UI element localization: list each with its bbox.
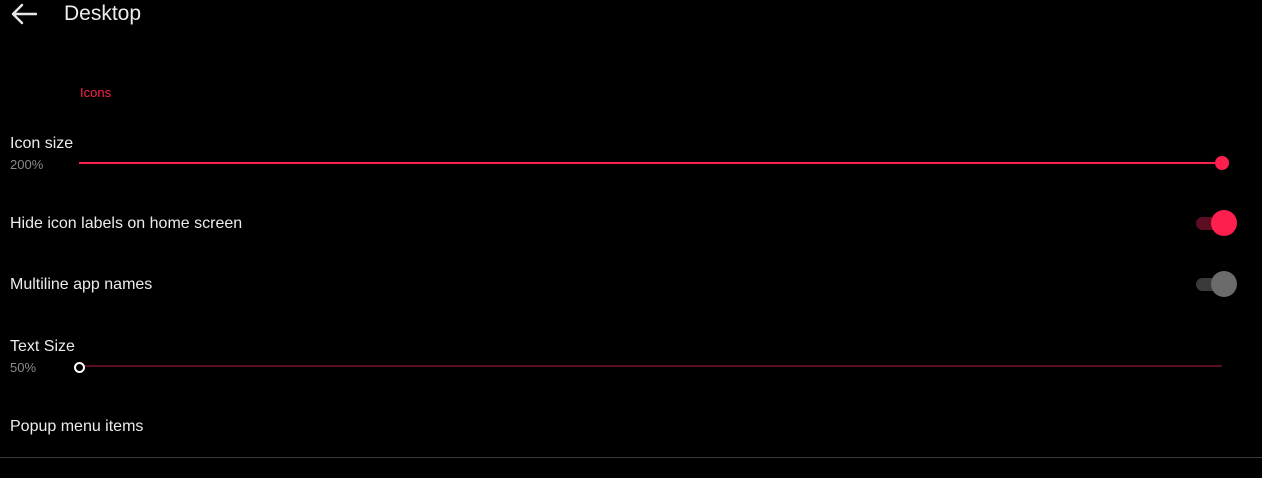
back-button[interactable] (8, 0, 40, 28)
icon-size-slider[interactable] (79, 156, 1229, 170)
section-header-icons: Icons (80, 85, 112, 100)
popup-menu-items-row[interactable] (0, 402, 1262, 454)
slider-track (79, 365, 1222, 367)
hide-labels-switch[interactable] (1193, 210, 1239, 236)
multiline-switch[interactable] (1193, 271, 1239, 297)
settings-screen: Desktop Icons Icon size 200% Hide icon l… (0, 0, 1262, 478)
arrow-left-icon (11, 3, 37, 25)
divider (0, 457, 1262, 458)
hide-labels-label: Hide icon labels on home screen (10, 215, 243, 232)
text-size-label: Text Size (10, 338, 75, 355)
switch-thumb (1211, 210, 1237, 236)
multiline-label: Multiline app names (10, 276, 153, 293)
page-title: Desktop (64, 2, 142, 25)
text-size-value: 50% (10, 360, 37, 375)
popup-menu-items-label: Popup menu items (10, 418, 144, 435)
text-size-slider[interactable] (74, 359, 1222, 373)
icon-size-value: 200% (10, 157, 44, 172)
switch-thumb (1211, 271, 1237, 297)
slider-fill (79, 162, 1222, 164)
top-app-bar: Desktop (0, 0, 1262, 30)
slider-thumb[interactable] (1215, 156, 1229, 170)
slider-thumb[interactable] (74, 362, 85, 373)
multiline-row[interactable] (0, 259, 1262, 311)
icon-size-label: Icon size (10, 135, 74, 152)
